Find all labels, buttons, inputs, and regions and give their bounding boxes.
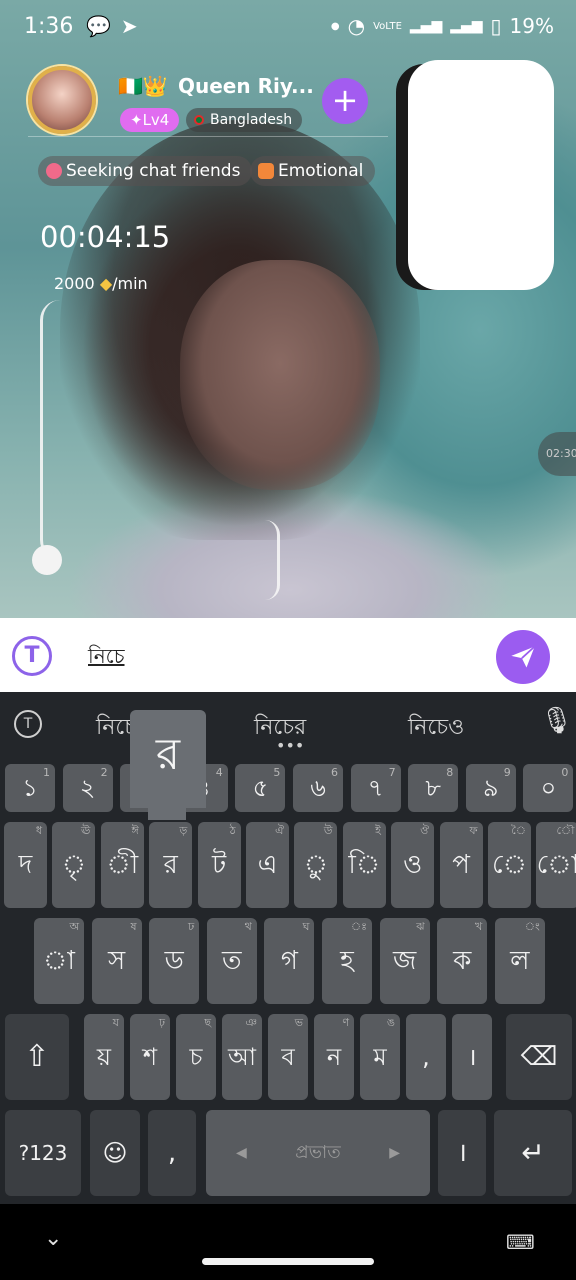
battery-icon: ▯ [490, 14, 502, 38]
key-row1-4[interactable]: ঠট [197, 822, 241, 908]
message-bar: T নিচে [0, 618, 576, 692]
key-num-6[interactable]: 6৬ [293, 764, 343, 812]
backspace-key[interactable]: ⌫ [506, 1014, 572, 1100]
enter-key[interactable]: ↵ [494, 1110, 572, 1196]
status-time: 1:36 [24, 14, 74, 39]
chevron-down-icon[interactable]: ⌄ [44, 1226, 62, 1251]
key-popup-stem [148, 806, 186, 820]
diamond-icon: ◆ [99, 274, 113, 293]
shift-key[interactable]: ⇧ [5, 1014, 69, 1100]
wifi-icon: ◔ [347, 14, 366, 38]
tag-emotional: Emotional [250, 156, 376, 186]
status-bar: 1:36 💬 ➤ ● ◔ VoLTE ▂▄▆ ▂▄▆ ▯ 19% [0, 0, 576, 52]
battery-level: 19% [509, 14, 554, 38]
key-row2-3[interactable]: থত [206, 918, 257, 1004]
caller-name: Queen Riy... [178, 74, 314, 98]
key-row1-10[interactable]: ৈে [488, 822, 531, 908]
earphone-cable [40, 300, 80, 560]
symbols-key[interactable]: ?123 [5, 1110, 81, 1196]
key-row2-6[interactable]: ঝজ [379, 918, 430, 1004]
key-row1-2[interactable]: ঈী [100, 822, 144, 908]
heart-icon [46, 163, 62, 179]
key-num-2[interactable]: 2২ [62, 764, 113, 812]
key-num-1[interactable]: 1১ [5, 764, 55, 812]
key-row3-3[interactable]: ঞআ [222, 1014, 262, 1100]
telegram-icon: ➤ [120, 14, 138, 38]
level-badge: ✦Lv4 [120, 108, 180, 132]
key-row1-6[interactable]: উু [294, 822, 338, 908]
follow-button[interactable]: + [322, 78, 368, 124]
emotional-icon [258, 163, 274, 179]
caller-profile: 🇨🇮👑 Queen Riy... ✦Lv4 Bangladesh + [28, 66, 388, 140]
signal-icon: ▂▄▆ [450, 18, 483, 34]
suggestion-strip: T নিচে নিচের ••• নিচেও 🎙 [0, 692, 576, 756]
key-row1-5[interactable]: ঐএ [246, 822, 289, 908]
key-row2-8[interactable]: ং ল [494, 918, 545, 1004]
key-row1-8[interactable]: ঔও [391, 822, 435, 908]
send-button[interactable] [496, 630, 550, 684]
self-preview[interactable] [408, 60, 554, 290]
space-label: প্রভাত [295, 1142, 341, 1163]
key-row2-0[interactable]: অা [34, 918, 84, 1004]
key-num-0[interactable]: 0০ [523, 764, 574, 812]
key-row3-8[interactable]: । [452, 1014, 492, 1100]
key-num-8[interactable]: 8৮ [408, 764, 459, 812]
key-row2-4[interactable]: ঘগ [264, 918, 315, 1004]
key-row3-6[interactable]: ঙম [360, 1014, 400, 1100]
key-row1-7[interactable]: ইি [342, 822, 386, 908]
more-suggestions-icon[interactable]: ••• [276, 736, 304, 755]
translate-icon[interactable]: T [12, 636, 52, 676]
key-row3-1[interactable]: ঢ় শ [130, 1014, 170, 1100]
key-row3-4[interactable]: ভব [268, 1014, 308, 1100]
signal-icon: ▂▄▆ [409, 18, 443, 34]
keyboard-switch-icon[interactable]: ⌨ [506, 1230, 535, 1254]
tag-seeking-chat-friends: Seeking chat friends [38, 156, 253, 186]
avatar[interactable] [28, 66, 96, 134]
send-icon [511, 645, 536, 668]
key-row3-7[interactable]: , [406, 1014, 446, 1100]
key-row1-3[interactable]: ড় র [149, 822, 193, 908]
bangladesh-flag-icon [194, 115, 204, 125]
key-row1-11[interactable]: ৌো [536, 822, 576, 908]
chat-bubble-icon: 💬 [86, 14, 111, 38]
key-row2-1[interactable]: ষস [91, 918, 142, 1004]
key-row2-5[interactable]: ঃ হ [322, 918, 372, 1004]
key-row2-2[interactable]: ঢড [149, 918, 200, 1004]
earbud [32, 545, 62, 575]
volte-icon: VoLTE [373, 20, 402, 32]
video-subject-face [180, 260, 380, 490]
key-row3-5[interactable]: ণন [314, 1014, 354, 1100]
key-num-5[interactable]: 5৫ [235, 764, 286, 812]
key-num-9[interactable]: 9৯ [465, 764, 516, 812]
microphone-icon[interactable]: 🎙 [540, 706, 573, 736]
key-row3-2[interactable]: ছচ [176, 1014, 216, 1100]
key-popup: র [130, 710, 206, 808]
earphone-cable [250, 520, 280, 600]
keyboard: T নিচে নিচের ••• নিচেও 🎙 1১2২3৩4৪5৫6৬7৭8… [0, 692, 576, 1204]
call-timer: 00:04:15 [40, 220, 171, 254]
side-timer-chip[interactable]: 02:30 [538, 432, 576, 476]
navigation-bar: ⌄ ⌨ [0, 1204, 576, 1280]
emoji-key[interactable]: ☺ [90, 1110, 140, 1196]
comma-key[interactable]: , [148, 1110, 196, 1196]
key-row3-0[interactable]: য য় [84, 1014, 124, 1100]
translate-keyboard-icon[interactable]: T [14, 710, 42, 738]
message-input[interactable]: নিচে [88, 642, 125, 675]
divider [28, 136, 388, 137]
suggestion-3[interactable]: নিচেও [408, 710, 464, 747]
key-row1-1[interactable]: ঊৃ [52, 822, 96, 908]
key-row1-0[interactable]: ধদ [4, 822, 47, 908]
key-row2-7[interactable]: খক [437, 918, 488, 1004]
call-rate: 2000 ◆/min [54, 274, 148, 293]
country-badge: Bangladesh [186, 108, 303, 132]
flag-crown-icon: 🇨🇮👑 [118, 74, 168, 98]
key-row1-9[interactable]: ফপ [439, 822, 483, 908]
space-key[interactable]: ◀ প্রভাত ▶ [206, 1110, 430, 1196]
period-key[interactable]: । [438, 1110, 486, 1196]
home-indicator[interactable] [202, 1258, 374, 1265]
dot-icon: ● [330, 20, 340, 32]
key-num-7[interactable]: 7৭ [350, 764, 401, 812]
